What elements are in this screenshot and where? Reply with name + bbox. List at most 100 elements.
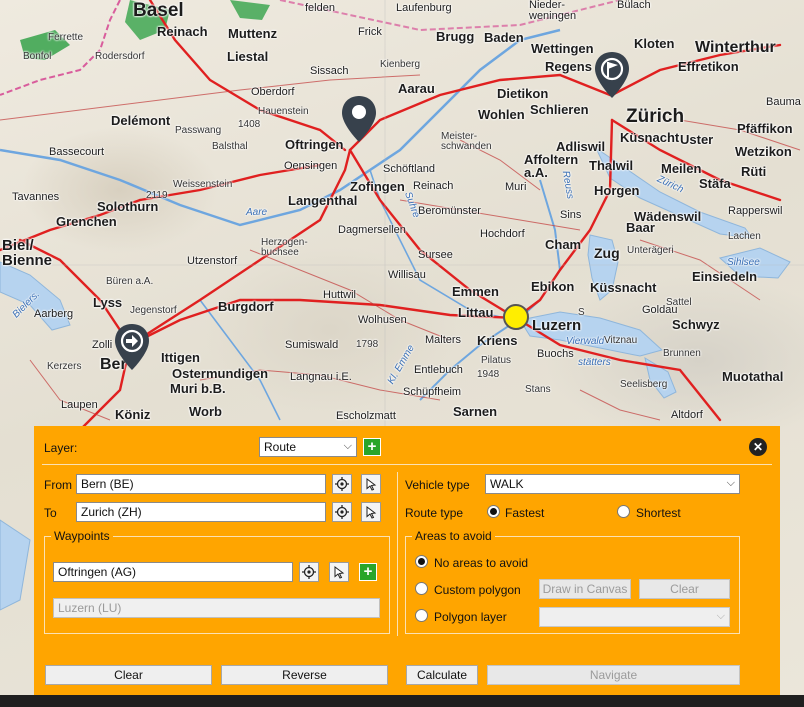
navigate-button[interactable]: Navigate	[487, 665, 740, 685]
clear-button[interactable]: Clear	[45, 665, 212, 685]
vehicle-type-select[interactable]: WALK ⌵	[485, 474, 740, 494]
place-label-muotathal: Muotathal	[722, 369, 784, 384]
place-label-ruti: Rüti	[741, 164, 767, 179]
place-label-wohlen: Wohlen	[478, 107, 525, 122]
to-pick-on-map-button[interactable]	[361, 502, 381, 522]
clear-polygon-button[interactable]: Clear	[639, 579, 730, 599]
place-label-grenchen: Grenchen	[56, 214, 117, 229]
place-label-malters: Malters	[425, 334, 462, 346]
destination-pin[interactable]	[593, 50, 631, 100]
place-label-laupen: Laupen	[61, 399, 98, 411]
place-label-liestal: Liestal	[227, 49, 269, 64]
to-field[interactable]: Zurich (ZH)	[76, 502, 326, 522]
map-pin-icon	[342, 96, 376, 142]
place-label-burgdorf: Burgdorf	[218, 299, 274, 314]
layer-select[interactable]: Route ⌵	[259, 437, 357, 457]
route-fastest-radio[interactable]	[487, 505, 500, 518]
from-pick-on-map-button[interactable]	[361, 474, 381, 494]
place-label-kusnacht: Küsnacht	[620, 130, 680, 145]
polygon-layer-select[interactable]: ⌵	[539, 607, 730, 627]
elevation-2119: 1948	[477, 369, 500, 380]
place-label-biel: Biel/ Bienne	[2, 237, 53, 269]
add-layer-button[interactable]: +	[363, 438, 381, 456]
place-label-beromunster: Beromünster	[418, 205, 481, 217]
place-label-baar: Baar	[626, 220, 655, 235]
place-label-entlebuch: Entlebuch	[414, 364, 463, 376]
close-panel-button[interactable]: ✕	[749, 438, 767, 456]
flag-icon	[595, 52, 629, 98]
place-label-langenthal: Langenthal	[288, 193, 358, 208]
place-label-sursee: Sursee	[418, 249, 453, 261]
avoid-polygon-radio[interactable]	[415, 582, 428, 595]
cursor-icon	[334, 566, 345, 579]
place-label-ostermundigen: Ostermundigen	[172, 366, 269, 381]
calculate-button[interactable]: Calculate	[406, 665, 478, 685]
route-shortest-label[interactable]: Shortest	[636, 506, 681, 520]
from-locate-button[interactable]	[332, 474, 352, 494]
place-label-zug: Zug	[594, 245, 620, 261]
place-label-sihlsee: Sihlsee	[727, 257, 760, 268]
cursor-icon	[366, 478, 377, 491]
place-label-unterageri: Unterägeri	[627, 245, 674, 256]
place-label-luzern: Luzern	[532, 317, 582, 334]
place-label-aarberg: Aarberg	[34, 308, 74, 320]
place-label-baden: Baden	[484, 30, 524, 45]
waypoints-title: Waypoints	[51, 529, 113, 543]
place-label-kriens: Kriens	[477, 333, 518, 348]
to-locate-button[interactable]	[332, 502, 352, 522]
layer-label: Layer:	[44, 441, 78, 455]
waypoint-locate-button[interactable]	[299, 562, 319, 582]
place-label-dagmersellen: Dagmersellen	[338, 224, 406, 236]
draw-in-canvas-button[interactable]: Draw in Canvas	[539, 579, 631, 599]
waypoint-pick-on-map-button[interactable]	[329, 562, 349, 582]
start-pin[interactable]	[113, 322, 151, 372]
elevation-1798: S	[578, 307, 585, 318]
from-field[interactable]: Bern (BE)	[76, 474, 326, 494]
close-icon: ✕	[752, 440, 764, 454]
place-label-utzenstorf: Utzenstorf	[187, 255, 238, 267]
avoid-polygon-label[interactable]: Custom polygon	[434, 583, 521, 597]
avoid-layer-label[interactable]: Polygon layer	[434, 610, 507, 624]
reverse-button[interactable]: Reverse	[221, 665, 388, 685]
route-fastest-label[interactable]: Fastest	[505, 506, 544, 520]
add-waypoint-button[interactable]: +	[359, 563, 377, 581]
avoid-none-label[interactable]: No areas to avoid	[434, 556, 528, 570]
place-label-hauenstein: Hauenstein	[258, 106, 309, 117]
route-shortest-radio[interactable]	[617, 505, 630, 518]
place-label-weissenstein: Weissenstein	[173, 179, 233, 190]
place-label-bauma: Bauma	[766, 96, 801, 108]
place-label-bonfol: Bonfol	[23, 51, 52, 62]
waypoint-field[interactable]: Oftringen (AG)	[53, 562, 293, 582]
place-label-cham: Cham	[545, 237, 582, 252]
place-label-pfaffikon: Pfäffikon	[737, 121, 793, 136]
layer-select-value: Route	[264, 440, 297, 454]
place-label-nieder-weningen: Nieder- weningen	[529, 0, 577, 22]
place-label-lachen: Lachen	[728, 231, 761, 242]
waypoints-group: Waypoints	[44, 529, 390, 634]
place-label-winterthur: Winterthur	[695, 39, 776, 56]
next-waypoint-field[interactable]: Luzern (LU)	[53, 598, 380, 618]
place-label-rapperswil: Rapperswil	[728, 205, 783, 217]
place-label-balsthal: Balsthal	[212, 141, 248, 152]
waypoint-pin[interactable]	[340, 94, 378, 144]
place-label-seelisberg: Seelisberg	[620, 379, 668, 390]
place-label-ebikon: Ebikon	[531, 279, 575, 294]
place-label-worb: Worb	[189, 404, 222, 419]
place-label-schupfheim: Schüpfheim	[403, 386, 462, 398]
place-label-reinach: Reinach	[157, 24, 208, 39]
avoid-none-radio[interactable]	[415, 555, 428, 568]
place-label-regensdorf: Regens	[545, 59, 592, 74]
place-label-sissach: Sissach	[310, 65, 349, 77]
place-label-wolhusen: Wolhusen	[358, 314, 407, 326]
place-label-bulach: Bülach	[617, 0, 651, 11]
cursor-icon	[366, 506, 377, 519]
place-label-goldau: Goldau	[642, 304, 678, 316]
current-location-marker[interactable]	[503, 304, 529, 330]
avoid-layer-radio[interactable]	[415, 609, 428, 622]
place-label-altdorf: Altdorf	[671, 409, 703, 421]
place-label-meilen: Meilen	[661, 161, 702, 176]
place-label-thalwil: Thalwil	[589, 158, 634, 173]
place-label-hochdorf: Hochdorf	[480, 228, 525, 240]
place-label-brugg: Brugg	[436, 29, 475, 44]
place-label-effretikon: Effretikon	[678, 59, 739, 74]
